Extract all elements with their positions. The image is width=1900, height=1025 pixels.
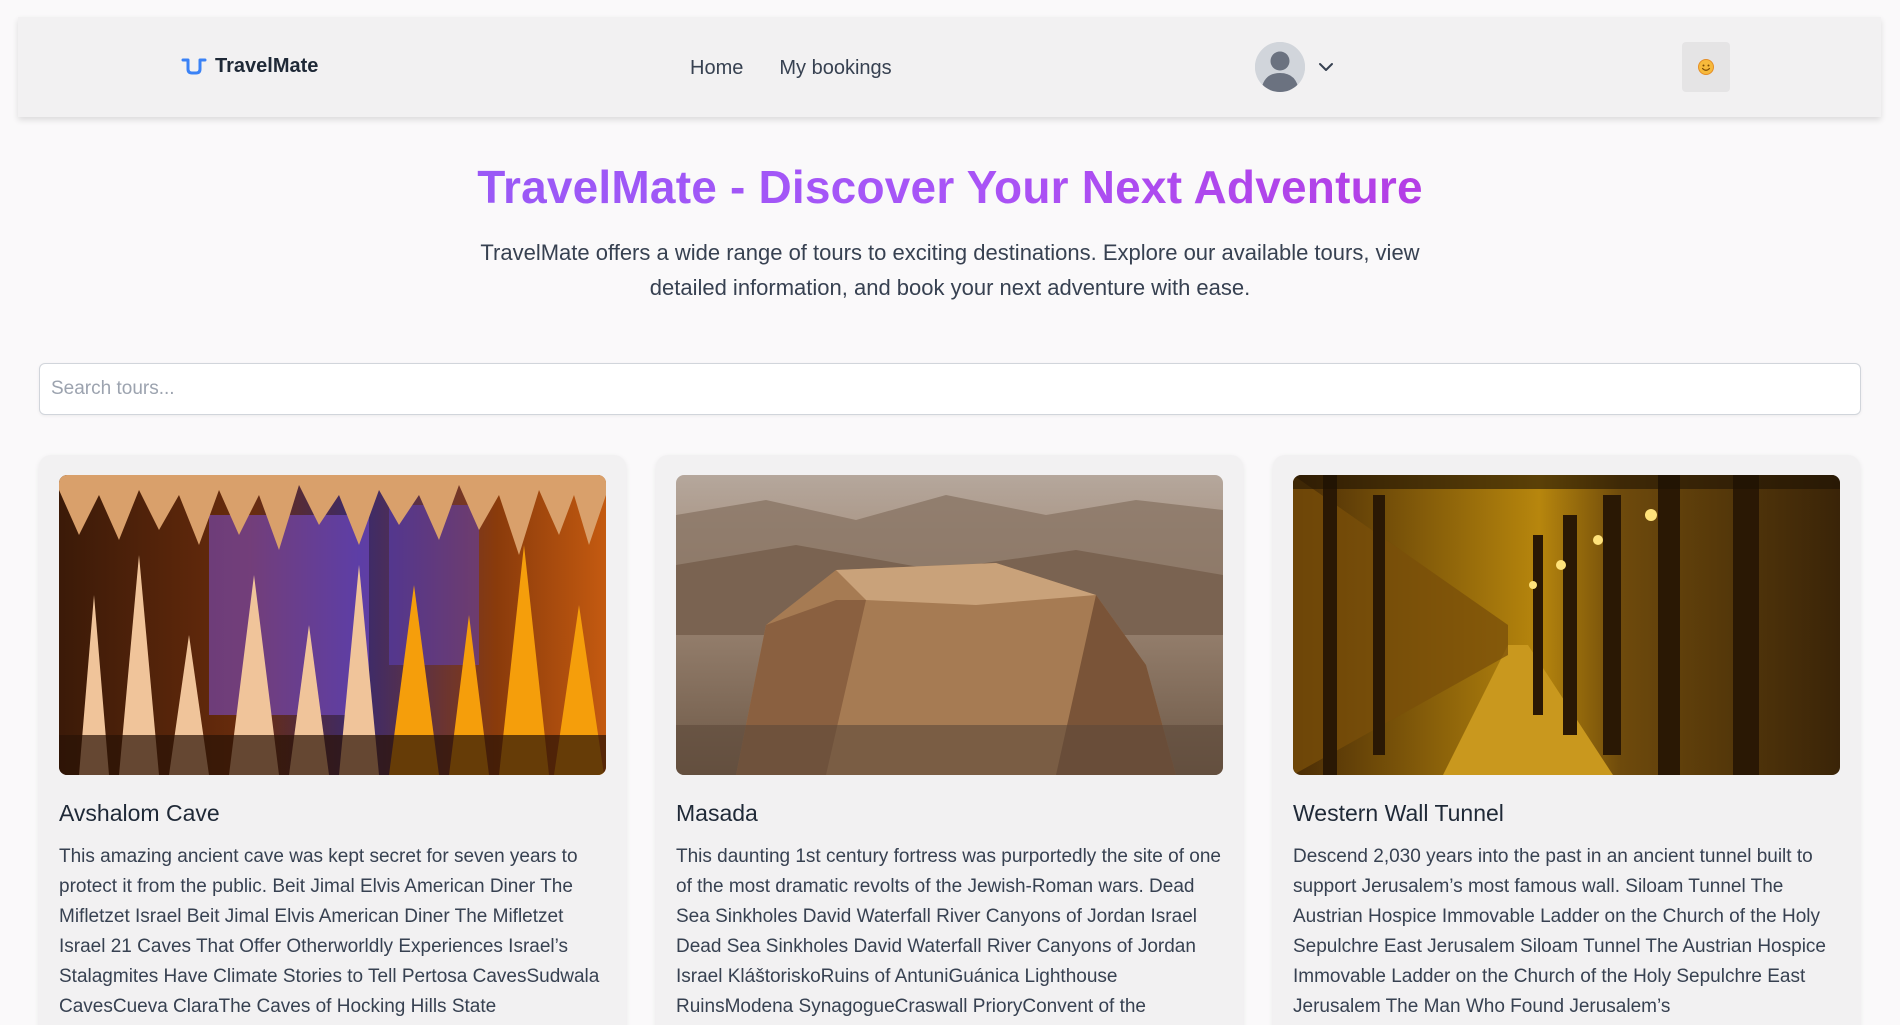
top-navbar: TravelMate Home My bookings xyxy=(18,17,1881,117)
chevron-down-icon xyxy=(1317,58,1335,76)
lit-stone-tunnel-photo-icon xyxy=(1293,475,1840,775)
tour-description: This amazing ancient cave was kept secre… xyxy=(59,846,600,1017)
main-nav: Home My bookings xyxy=(690,57,892,80)
tour-card-masada[interactable]: Masada This daunting 1st century fortres… xyxy=(656,455,1243,1025)
page-title: TravelMate - Discover Your Next Adventur… xyxy=(0,160,1900,214)
travelmate-logo-icon xyxy=(181,57,207,77)
nav-link-my-bookings[interactable]: My bookings xyxy=(779,57,891,80)
tour-image[interactable] xyxy=(59,475,606,775)
user-menu-button[interactable] xyxy=(1255,42,1335,92)
tour-image[interactable] xyxy=(676,475,1223,775)
brand-logo[interactable]: TravelMate xyxy=(181,55,318,78)
page-subtitle: TravelMate offers a wide range of tours … xyxy=(480,240,1420,300)
tour-title[interactable]: Masada xyxy=(676,800,758,827)
nav-link-home[interactable]: Home xyxy=(690,57,743,80)
sun-icon xyxy=(1696,57,1716,77)
tour-card-western-wall-tunnel[interactable]: Western Wall Tunnel Descend 2,030 years … xyxy=(1273,455,1860,1025)
tour-image[interactable] xyxy=(1293,475,1840,775)
stalactite-cave-photo-icon xyxy=(59,475,606,775)
tour-description: Descend 2,030 years into the past in an … xyxy=(1293,846,1826,1017)
desert-plateau-fortress-photo-icon xyxy=(676,475,1223,775)
theme-toggle-button[interactable] xyxy=(1682,42,1730,92)
brand-name: TravelMate xyxy=(215,55,319,77)
search-input[interactable] xyxy=(39,363,1861,415)
tour-card-avshalom-cave[interactable]: Avshalom Cave This amazing ancient cave … xyxy=(39,455,626,1025)
user-avatar-icon xyxy=(1255,42,1305,92)
tour-description: This daunting 1st century fortress was p… xyxy=(676,846,1221,1017)
tour-title[interactable]: Western Wall Tunnel xyxy=(1293,800,1504,827)
tour-title[interactable]: Avshalom Cave xyxy=(59,800,220,827)
